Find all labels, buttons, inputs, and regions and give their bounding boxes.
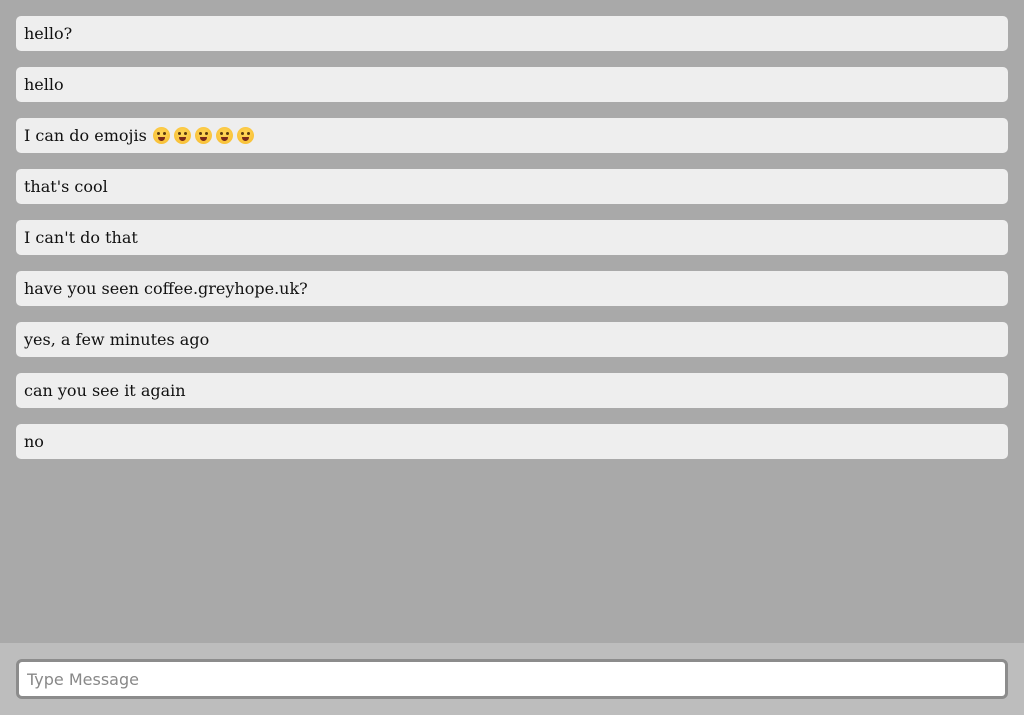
message-text: I can't do that xyxy=(24,228,138,247)
raised-eyebrow-emoji xyxy=(236,127,254,144)
message-text: hello xyxy=(24,75,64,94)
chat-message: no xyxy=(16,424,1008,459)
chat-message: hello xyxy=(16,67,1008,102)
message-text: have you seen coffee.greyhope.uk? xyxy=(24,279,308,298)
chat-message: have you seen coffee.greyhope.uk? xyxy=(16,271,1008,306)
message-text: can you see it again xyxy=(24,381,186,400)
chat-message: I can do emojis xyxy=(16,118,1008,153)
message-text: hello? xyxy=(24,24,73,43)
message-text: that's cool xyxy=(24,177,108,196)
chat-message: can you see it again xyxy=(16,373,1008,408)
message-text: I can do emojis xyxy=(24,126,147,145)
squinting-tongue-emoji xyxy=(173,127,191,144)
winking-tongue-emoji xyxy=(194,127,212,144)
message-input[interactable] xyxy=(16,659,1008,699)
tongue-out-emoji xyxy=(152,127,170,144)
chat-message: that's cool xyxy=(16,169,1008,204)
message-text: yes, a few minutes ago xyxy=(24,330,210,349)
chat-message: yes, a few minutes ago xyxy=(16,322,1008,357)
zany-face-emoji xyxy=(215,127,233,144)
message-text: no xyxy=(24,432,44,451)
message-composer xyxy=(0,643,1024,715)
chat-message-list: hello? hello I can do emojis that's cool… xyxy=(0,0,1024,643)
chat-message: hello? xyxy=(16,16,1008,51)
chat-message: I can't do that xyxy=(16,220,1008,255)
